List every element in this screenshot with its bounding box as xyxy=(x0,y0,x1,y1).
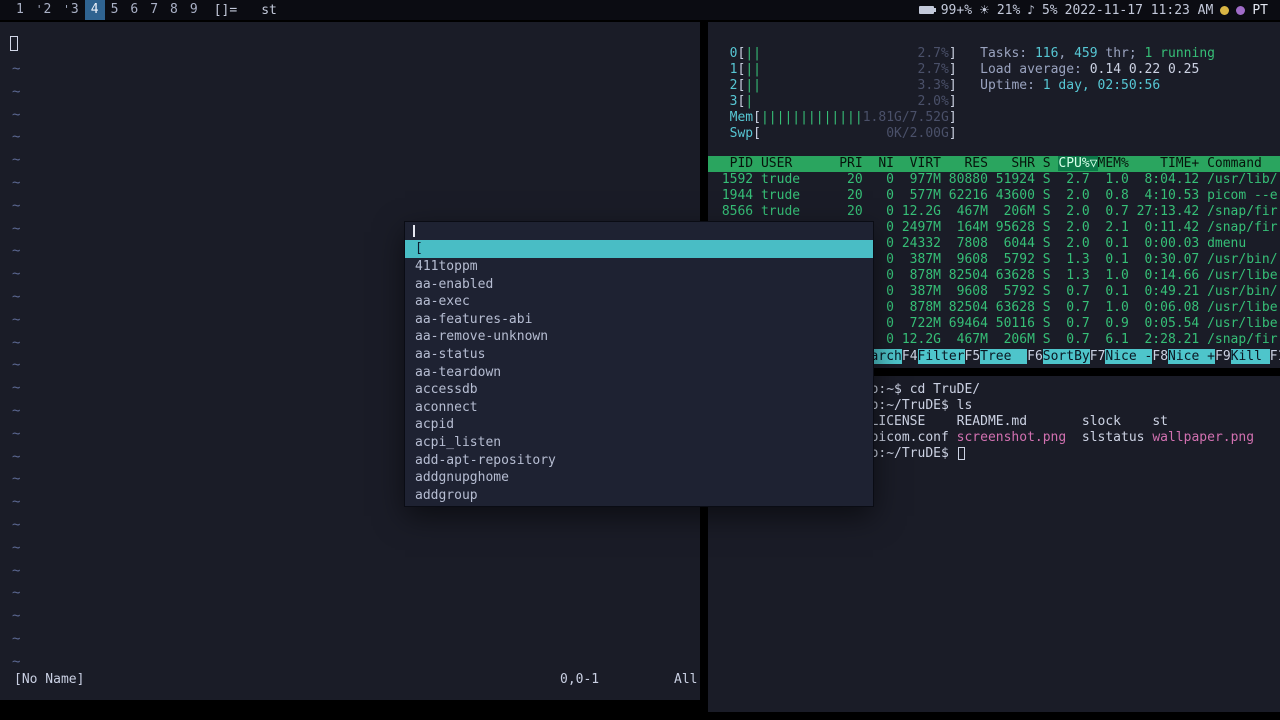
vim-empty-line: ~ xyxy=(12,220,21,237)
status-dot-yellow xyxy=(1220,5,1230,15)
vim-ruler: 0,0-1 xyxy=(560,672,600,687)
htop-meter-line: 1[|| 2.7%] Load average: 0.14 0.22 0.25 xyxy=(729,62,1200,77)
workspace-tag[interactable]: 6 xyxy=(124,0,144,20)
htop-meters: 0[|| 2.7%] Tasks: 116, 459 thr; 1 runnin… xyxy=(714,46,1215,142)
top-bar: 123456789 []= st 99+% ☀ 21% ♪ 5% 2022-11… xyxy=(0,0,1280,20)
vim-empty-line: ~ xyxy=(12,585,21,602)
dmenu-cursor xyxy=(413,225,415,237)
volume-icon: ♪ xyxy=(1027,3,1035,17)
vim-empty-line: ~ xyxy=(12,539,21,556)
dmenu-item[interactable]: aa-enabled xyxy=(405,276,873,294)
vim-empty-line: ~ xyxy=(12,266,21,283)
dmenu-selected-item[interactable]: [ xyxy=(405,240,873,258)
workspace-tag[interactable]: 1 xyxy=(10,0,30,20)
htop-meter-line: Mem[|||||||||||||1.81G/7.52G] xyxy=(729,110,957,125)
dmenu-item[interactable]: aa-teardown xyxy=(405,364,873,382)
workspace-tag[interactable]: 7 xyxy=(144,0,164,20)
vim-empty-line: ~ xyxy=(12,83,21,100)
dmenu-item[interactable]: acpid xyxy=(405,416,873,434)
dmenu-item[interactable]: addgroup xyxy=(405,487,873,505)
vim-empty-line: ~ xyxy=(12,106,21,123)
datetime: 2022-11-17 11:23 AM xyxy=(1064,2,1214,18)
vim-empty-line: ~ xyxy=(12,288,21,305)
dmenu-item[interactable]: aa-exec xyxy=(405,293,873,311)
vim-empty-line: ~ xyxy=(12,630,21,647)
dmenu-list: 411toppm aa-enabled aa-exec aa-features-abi… xyxy=(405,258,873,504)
vim-empty-line: ~ xyxy=(12,653,21,670)
vim-empty-line: ~ xyxy=(12,380,21,397)
keyboard-layout: PT xyxy=(1252,2,1268,18)
process-table-header[interactable]: PID USER PRI NI VIRT RES SHR S CPU%▽MEM%… xyxy=(708,156,1280,172)
vim-empty-line: ~ xyxy=(12,311,21,328)
vim-empty-line: ~ xyxy=(12,334,21,351)
battery-icon xyxy=(918,6,936,14)
dmenu-item[interactable]: aa-status xyxy=(405,346,873,364)
vim-empty-line: ~ xyxy=(12,425,21,442)
vim-empty-line: ~ xyxy=(12,448,21,465)
workspace-tag[interactable]: 9 xyxy=(184,0,204,20)
htop-meter-line: Swp[ 0K/2.00G] xyxy=(729,126,957,141)
dmenu-item[interactable]: aconnect xyxy=(405,399,873,417)
process-row[interactable]: 1944 trude 20 0 577M 62216 43600 S 2.0 0… xyxy=(714,188,1278,204)
dmenu-input[interactable] xyxy=(405,222,873,240)
dmenu-window[interactable]: [ 411toppm aa-enabled aa-exec aa-features-a… xyxy=(405,222,873,506)
vim-empty-line: ~ xyxy=(12,516,21,533)
vim-empty-line: ~ xyxy=(12,152,21,169)
dmenu-item[interactable]: 411toppm xyxy=(405,258,873,276)
dmenu-item[interactable]: accessdb xyxy=(405,381,873,399)
workspace-tag[interactable]: 2 xyxy=(30,0,57,20)
vim-empty-line: ~ xyxy=(12,494,21,511)
process-row[interactable]: 8566 trude 20 0 12.2G 467M 206M S 2.0 0.… xyxy=(714,204,1278,220)
workspace-tag[interactable]: 5 xyxy=(105,0,125,20)
dmenu-item[interactable]: addgnupghome xyxy=(405,469,873,487)
workspace-tag[interactable]: 3 xyxy=(57,0,84,20)
vim-empty-line: ~ xyxy=(12,129,21,146)
htop-meter-line: 2[|| 3.3%] Uptime: 1 day, 02:50:56 xyxy=(729,78,1161,93)
brightness-percent: 21% xyxy=(996,2,1021,18)
vim-scroll-position: All xyxy=(674,672,698,687)
layout-symbol[interactable]: []= xyxy=(204,3,247,18)
vim-empty-line: ~ xyxy=(12,402,21,419)
vim-empty-line: ~ xyxy=(12,471,21,488)
vim-cursor xyxy=(10,36,18,51)
battery-percent: 99+% xyxy=(940,2,973,18)
status-area: 99+% ☀ 21% ♪ 5% 2022-11-17 11:23 AM PT xyxy=(918,2,1280,18)
dmenu-item[interactable]: aa-features-abi xyxy=(405,311,873,329)
vim-empty-line: ~ xyxy=(12,61,21,77)
workspace-tags: 123456789 xyxy=(10,0,204,20)
status-dot-purple xyxy=(1236,5,1246,15)
vim-empty-line: ~ xyxy=(12,174,21,191)
workspace-tag[interactable]: 4 xyxy=(84,0,105,20)
dmenu-item[interactable]: add-apt-repository xyxy=(405,452,873,470)
dmenu-item[interactable]: aa-remove-unknown xyxy=(405,328,873,346)
brightness-icon: ☀ xyxy=(979,3,990,17)
workspace-tag[interactable]: 8 xyxy=(164,0,184,20)
process-row[interactable]: 1592 trude 20 0 977M 80880 51924 S 2.7 1… xyxy=(714,172,1278,188)
vim-empty-lines: ~ ~ ~ ~ ~ ~ ~ ~ ~ ~ ~ ~ ~ ~ ~ ~ ~ ~ ~ ~ ~ ~ ~ ~ ~ ~ ~ xyxy=(12,58,20,674)
vim-empty-line: ~ xyxy=(12,357,21,374)
vim-buffer-name: [No Name] xyxy=(14,672,85,687)
htop-meter-line: 3[| 2.0%] xyxy=(729,94,957,109)
vim-empty-line: ~ xyxy=(12,197,21,214)
bar-left: 123456789 []= st xyxy=(0,0,291,20)
htop-meter-line: 0[|| 2.7%] Tasks: 116, 459 thr; 1 runnin… xyxy=(729,46,1215,61)
focused-window-title: st xyxy=(261,2,277,18)
vim-empty-line: ~ xyxy=(12,608,21,625)
vim-empty-line: ~ xyxy=(12,562,21,579)
volume-percent: 5% xyxy=(1041,2,1058,18)
vim-empty-line: ~ xyxy=(12,243,21,260)
dmenu-item[interactable]: acpi_listen xyxy=(405,434,873,452)
vim-statusline: [No Name] 0,0-1 All xyxy=(0,672,700,690)
